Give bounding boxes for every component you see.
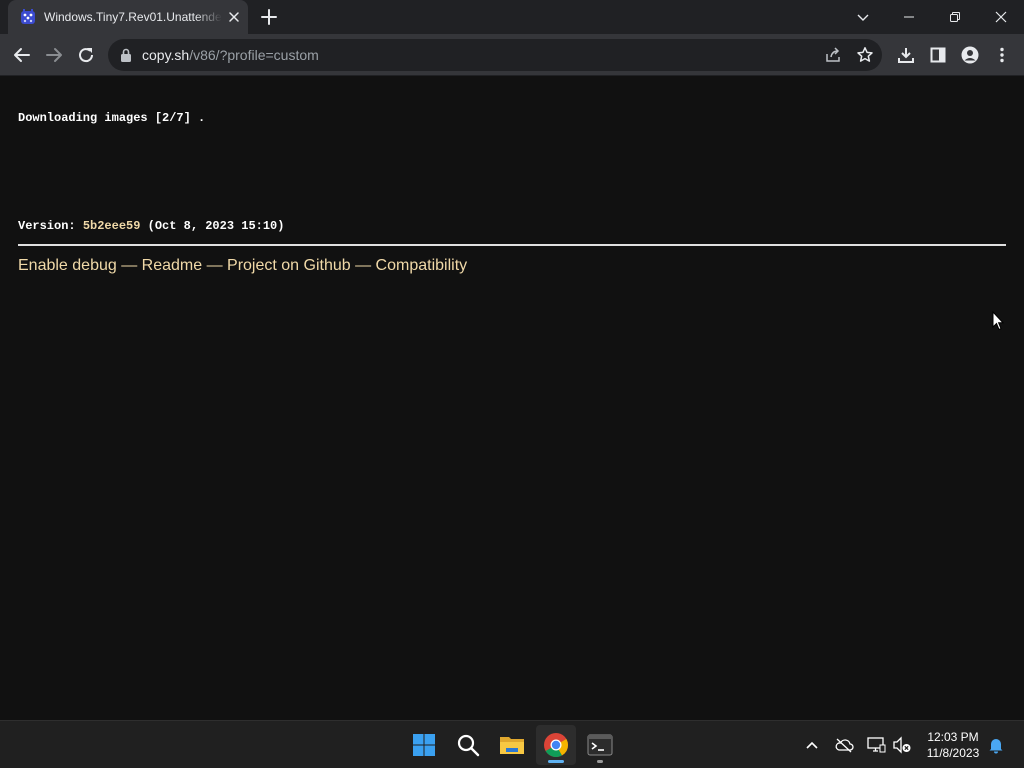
notification-bell-icon	[989, 739, 1003, 754]
kebab-menu-icon	[1000, 47, 1004, 63]
compatibility-link[interactable]: Compatibility	[376, 257, 468, 274]
clock-time: 12:03 PM	[927, 730, 979, 744]
chrome-taskbar-button[interactable]	[536, 725, 576, 765]
address-bar[interactable]: copy.sh/v86/?profile=custom	[108, 39, 882, 71]
file-explorer-icon	[500, 737, 524, 754]
new-tab-icon[interactable]	[259, 7, 279, 27]
tab-search-button[interactable]	[840, 0, 886, 34]
link-separator: —	[202, 257, 228, 274]
chevron-up-icon	[806, 741, 818, 749]
chrome-icon	[544, 733, 568, 758]
version-hash-link[interactable]: 5b2eee59	[83, 219, 141, 233]
readme-link[interactable]: Readme	[142, 257, 202, 274]
volume-muted-icon	[893, 736, 911, 754]
side-panel-button[interactable]	[928, 45, 948, 65]
tab-strip: Windows.Tiny7.Rev01.Unattended	[0, 0, 1024, 34]
browser-toolbar: copy.sh/v86/?profile=custom	[0, 34, 1024, 76]
version-date: (Oct 8, 2023 15:10)	[140, 219, 285, 233]
minimize-icon	[904, 16, 914, 18]
share-icon[interactable]	[824, 46, 842, 64]
star-icon[interactable]	[856, 46, 874, 64]
search-icon	[457, 734, 480, 757]
arrow-right-icon	[46, 48, 62, 62]
close-icon[interactable]	[226, 9, 242, 25]
windows-taskbar: 12:03 PM 11/8/2023	[0, 720, 1024, 768]
version-label: Version:	[18, 219, 83, 233]
start-icon	[413, 734, 435, 756]
restore-button[interactable]	[932, 0, 978, 34]
tab-title: Windows.Tiny7.Rev01.Unattended	[44, 10, 222, 24]
network-icon	[867, 737, 886, 753]
footer-links: Enable debug — Readme — Project on Githu…	[18, 257, 467, 275]
url-text[interactable]: copy.sh/v86/?profile=custom	[142, 47, 319, 63]
chrome-menu-button[interactable]	[992, 45, 1012, 65]
network-button[interactable]	[866, 735, 886, 755]
mouse-cursor-icon	[992, 311, 1004, 331]
back-button[interactable]	[12, 45, 32, 65]
download-status-text: Downloading images [2/7] .	[18, 111, 206, 125]
page-content: Downloading images [2/7] . Version: 5b2e…	[0, 77, 1024, 720]
terminal-icon	[587, 734, 613, 756]
downloads-button[interactable]	[896, 45, 916, 65]
clock-date: 11/8/2023	[926, 746, 980, 760]
side-panel-icon	[930, 47, 946, 63]
chevron-down-icon	[857, 14, 869, 21]
show-hidden-icons-button[interactable]	[802, 735, 822, 755]
restore-icon	[950, 12, 960, 22]
running-app-indicator	[597, 760, 603, 763]
reload-button[interactable]	[76, 45, 96, 65]
download-icon	[898, 48, 914, 63]
browser-tab-active[interactable]: Windows.Tiny7.Rev01.Unattended	[8, 0, 248, 34]
link-separator: —	[350, 257, 376, 274]
taskbar-search-button[interactable]	[448, 725, 488, 765]
notifications-button[interactable]	[986, 735, 1006, 755]
active-app-indicator	[548, 760, 564, 763]
forward-button[interactable]	[44, 45, 64, 65]
start-button[interactable]	[404, 725, 444, 765]
file-explorer-button[interactable]	[492, 725, 532, 765]
arrow-left-icon	[14, 48, 30, 62]
lock-icon[interactable]	[120, 48, 132, 62]
github-link[interactable]: Project on Github	[227, 257, 351, 274]
profile-button[interactable]	[960, 45, 980, 65]
url-host: copy.sh	[142, 47, 190, 63]
close-window-button[interactable]	[978, 0, 1024, 34]
taskbar-clock[interactable]: 12:03 PM 11/8/2023	[918, 729, 988, 761]
link-separator: —	[116, 257, 142, 274]
onedrive-offline-icon	[835, 738, 854, 753]
volume-button[interactable]	[892, 735, 912, 755]
version-line: Version: 5b2eee59 (Oct 8, 2023 15:10)	[18, 219, 284, 233]
terminal-button[interactable]	[580, 725, 620, 765]
v86-logo-icon	[21, 9, 35, 24]
reload-icon	[79, 48, 94, 63]
divider	[18, 244, 1006, 246]
onedrive-button[interactable]	[834, 735, 854, 755]
url-path: /v86/?profile=custom	[189, 47, 319, 63]
minimize-button[interactable]	[886, 0, 932, 34]
close-icon	[995, 11, 1007, 23]
enable-debug-link[interactable]: Enable debug	[18, 257, 117, 274]
profile-icon	[961, 46, 979, 64]
